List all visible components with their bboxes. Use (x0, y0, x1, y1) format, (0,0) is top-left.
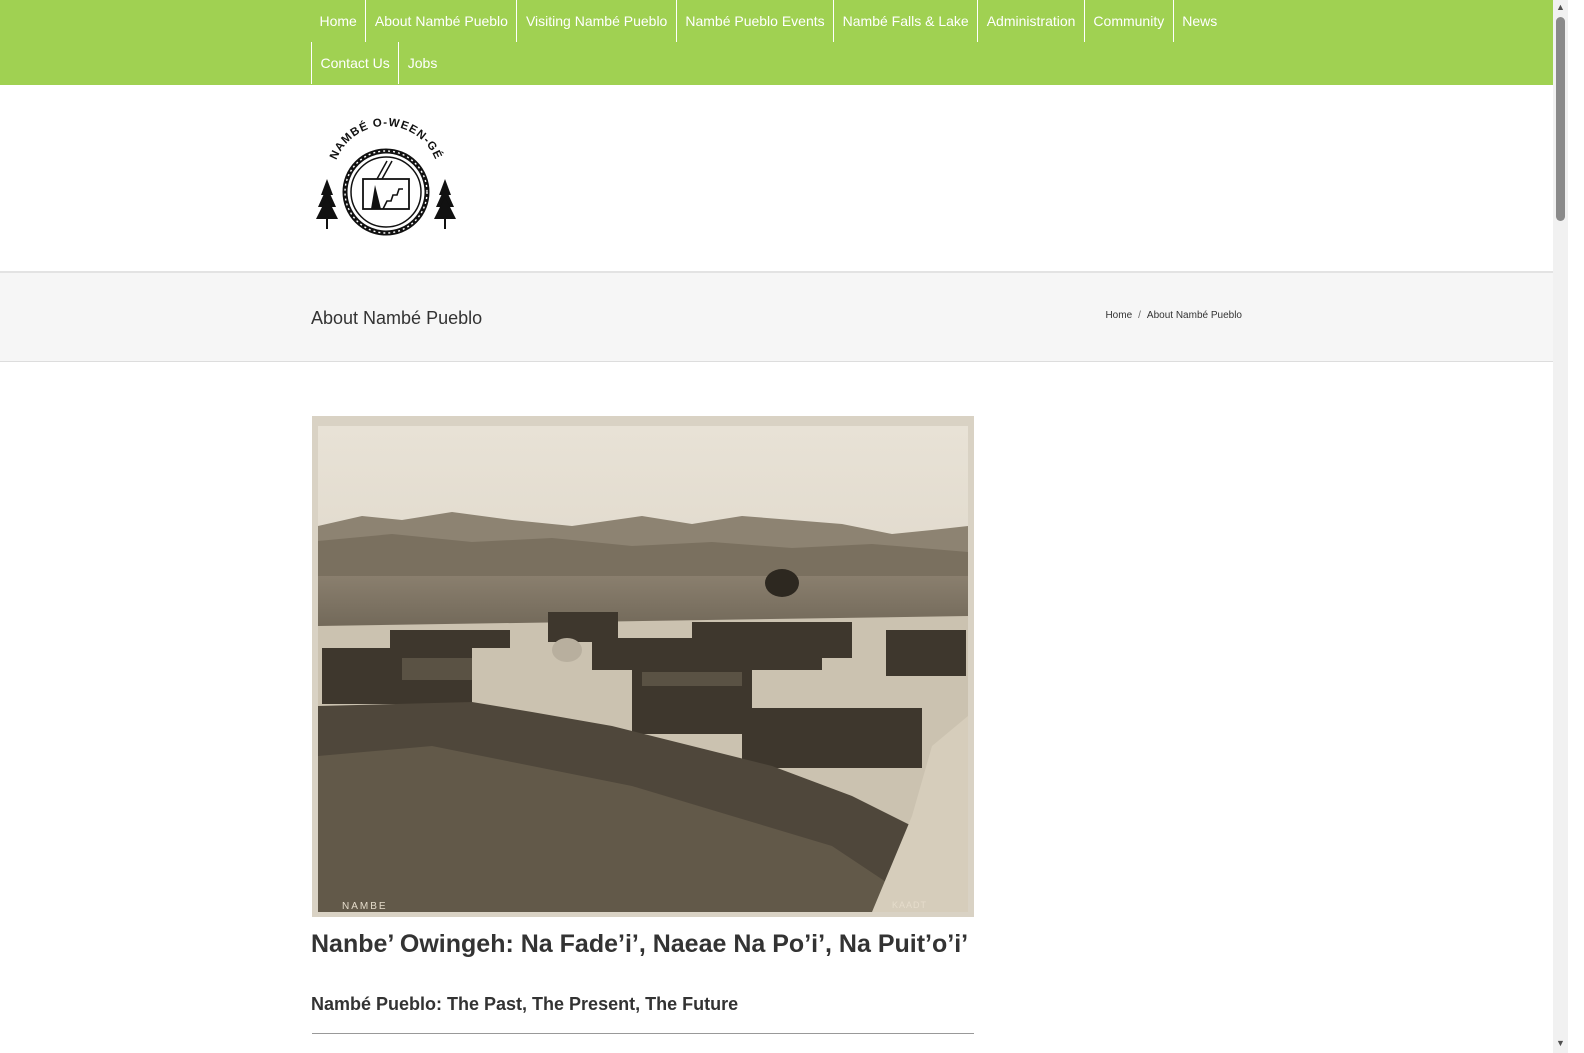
nav-home[interactable]: Home (311, 0, 367, 42)
nav-jobs[interactable]: Jobs (399, 42, 446, 84)
breadcrumb: Home / About Nambé Pueblo (1105, 310, 1242, 321)
hero-photo: NAMBE KAADT (312, 416, 974, 917)
nav-news[interactable]: News (1174, 0, 1226, 42)
page-title: About Nambé Pueblo (311, 308, 483, 328)
breadcrumb-home-link[interactable]: Home (1105, 310, 1132, 321)
nav-community[interactable]: Community (1085, 0, 1174, 42)
main-navigation: Home About Nambé Pueblo Visiting Nambé P… (0, 0, 1553, 85)
nav-administration[interactable]: Administration (978, 0, 1085, 42)
article-title: Nanbe’ Owingeh: Na Fade’i’, Naeae Na Po’… (311, 930, 969, 958)
nav-about[interactable]: About Nambé Pueblo (366, 0, 518, 42)
nav-row-1: Home About Nambé Pueblo Visiting Nambé P… (311, 0, 1226, 42)
nav-visiting[interactable]: Visiting Nambé Pueblo (517, 0, 677, 42)
photo-caption-right: KAADT (892, 900, 927, 910)
vertical-scrollbar[interactable]: ▲ ▼ (1553, 0, 1568, 1053)
site-logo[interactable]: NAMBÉ O-WEEN-GÉ (311, 117, 461, 237)
logo-text: NAMBÉ O-WEEN-GÉ (328, 117, 444, 162)
scroll-up-arrow-icon[interactable]: ▲ (1553, 0, 1568, 15)
photo-caption-left: NAMBE (342, 901, 388, 912)
nav-falls-lake[interactable]: Nambé Falls & Lake (834, 0, 979, 42)
nav-events[interactable]: Nambé Pueblo Events (677, 0, 835, 42)
nav-row-2: Contact Us Jobs (311, 42, 446, 84)
scroll-down-arrow-icon[interactable]: ▼ (1553, 1036, 1568, 1051)
svg-text:NAMBÉ O-WEEN-GÉ: NAMBÉ O-WEEN-GÉ (328, 117, 445, 162)
nav-contact[interactable]: Contact Us (311, 42, 400, 84)
page-title-bar: About Nambé Pueblo Home / About Nambé Pu… (0, 273, 1553, 362)
page: Home About Nambé Pueblo Visiting Nambé P… (0, 0, 1553, 1053)
article-divider (312, 1033, 974, 1034)
scrollbar-thumb[interactable] (1556, 17, 1565, 221)
breadcrumb-separator: / (1138, 310, 1141, 321)
breadcrumb-current: About Nambé Pueblo (1146, 310, 1242, 321)
article-subtitle: Nambé Pueblo: The Past, The Present, The… (311, 994, 739, 1014)
